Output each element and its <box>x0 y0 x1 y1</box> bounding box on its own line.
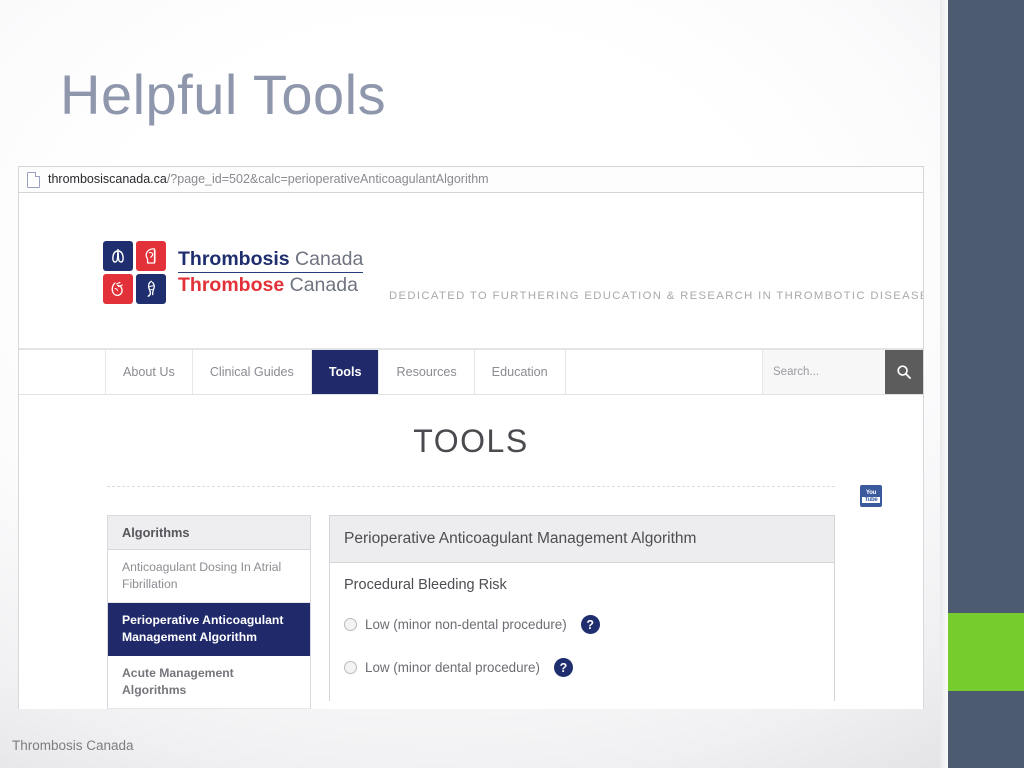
youtube-icon-top-text: You <box>865 489 877 496</box>
tools-columns: Algorithms Anticoagulant Dosing In Atria… <box>107 515 835 709</box>
help-icon-low-non-dental[interactable]: ? <box>580 615 600 634</box>
logo-thrombosis-text: Thrombosis <box>178 248 290 270</box>
radio-label-low-non-dental: Low (minor non-dental procedure) <box>365 617 567 632</box>
lungs-icon <box>103 241 133 271</box>
search-icon <box>897 365 911 379</box>
help-icon-low-dental[interactable]: ? <box>553 658 573 677</box>
nav-item-education[interactable]: Education <box>475 350 566 394</box>
slide-right-edge-shadow <box>940 0 948 768</box>
page-icon <box>27 171 40 188</box>
procedural-bleeding-risk-label: Procedural Bleeding Risk <box>344 577 507 593</box>
slide-footer-text: Thrombosis Canada <box>12 738 134 753</box>
algorithm-panel-title: Perioperative Anticoagulant Management A… <box>330 516 834 563</box>
site-tagline: DEDICATED TO FURTHERING EDUCATION & RESE… <box>389 290 924 302</box>
nav-gap <box>566 350 763 394</box>
logo-line-french: Thrombose Canada <box>178 275 363 296</box>
algorithms-sidebar-header: Algorithms <box>108 516 310 550</box>
algorithms-sidebar: Algorithms Anticoagulant Dosing In Atria… <box>107 515 311 709</box>
logo-line-english: Thrombosis Canada <box>178 249 363 270</box>
page-title: Helpful Tools <box>60 63 387 126</box>
nav-item-clinical-guides[interactable]: Clinical Guides <box>193 350 312 394</box>
url-path-text: /?page_id=502&calc=perioperativeAnticoag… <box>166 172 489 187</box>
site-header: Thrombosis Canada Thrombose Canada DEDIC… <box>19 193 923 349</box>
sidebar-item-perioperative-anticoagulant[interactable]: Perioperative Anticoagulant Management A… <box>108 603 310 656</box>
radio-button-low-dental[interactable] <box>344 661 357 674</box>
algorithm-panel-body: Procedural Bleeding Risk Low (minor non-… <box>330 563 834 677</box>
sidebar-item-anticoagulant-dosing[interactable]: Anticoagulant Dosing In Atrial Fibrillat… <box>108 550 310 603</box>
logo-canada-text-2: Canada <box>289 274 358 296</box>
tools-heading: TOOLS <box>413 423 529 459</box>
radio-label-low-dental: Low (minor dental procedure) <box>365 660 540 675</box>
nav-item-about-us[interactable]: About Us <box>106 350 193 394</box>
browser-url-bar[interactable]: thrombosiscanada.ca/?page_id=502&calc=pe… <box>19 166 923 193</box>
leg-icon <box>136 274 166 304</box>
logo-icon-tiles <box>103 241 166 304</box>
page-content: TOOLS Algorithms Anticoagulant Dosing In… <box>19 395 923 709</box>
youtube-icon[interactable]: You Tube <box>860 485 882 507</box>
sidebar-item-acute-management[interactable]: Acute Management Algorithms <box>108 656 310 709</box>
logo-canada-text-1: Canada <box>295 248 364 270</box>
search-button[interactable] <box>885 350 923 394</box>
radio-row-low-dental[interactable]: Low (minor dental procedure) ? <box>344 658 820 677</box>
logo-wordmark: Thrombosis Canada Thrombose Canada <box>178 249 364 296</box>
logo-thrombose-text: Thrombose <box>178 274 285 296</box>
radio-button-low-non-dental[interactable] <box>344 618 357 631</box>
heading-divider <box>107 486 835 487</box>
browser-screenshot-window: thrombosiscanada.ca/?page_id=502&calc=pe… <box>18 166 924 709</box>
nav-item-tools[interactable]: Tools <box>311 350 380 394</box>
url-domain-text: thrombosiscanada.ca <box>48 172 167 187</box>
site-logo[interactable]: Thrombosis Canada Thrombose Canada <box>103 241 364 304</box>
nav-left-spacer <box>19 350 106 394</box>
radio-row-low-non-dental[interactable]: Low (minor non-dental procedure) ? <box>344 615 820 634</box>
slide-accent-block <box>948 613 1024 691</box>
logo-divider-rule <box>178 272 364 273</box>
search-input[interactable]: Search... <box>763 350 885 394</box>
site-navigation: About Us Clinical Guides Tools Resources… <box>19 349 923 395</box>
youtube-icon-bottom-text: Tube <box>862 496 880 503</box>
head-icon <box>136 241 166 271</box>
heart-icon <box>103 274 133 304</box>
algorithm-panel: Perioperative Anticoagulant Management A… <box>329 515 835 701</box>
nav-item-resources[interactable]: Resources <box>379 350 475 394</box>
